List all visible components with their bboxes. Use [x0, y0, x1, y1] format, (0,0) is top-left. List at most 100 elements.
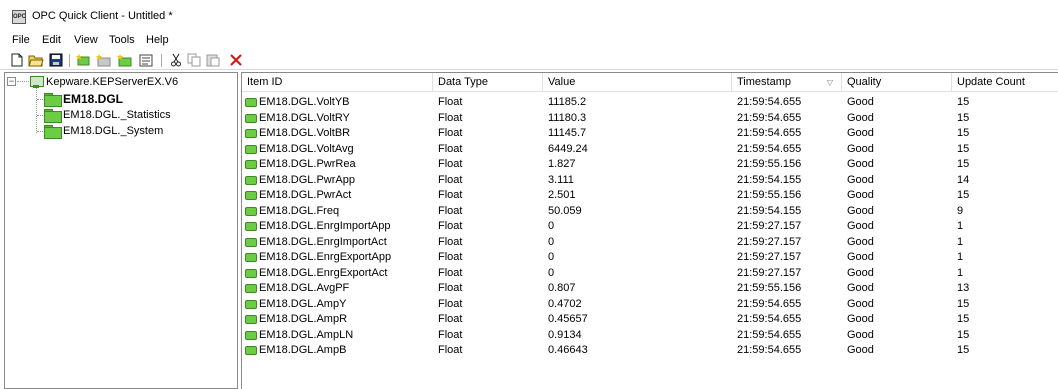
cell-data-type: Float — [438, 251, 463, 263]
cell-data-type: Float — [438, 158, 463, 170]
cell-timestamp: 21:59:27.157 — [737, 220, 802, 232]
table-row[interactable]: EM18.DGL.EnrgImportAct Float 0 21:59:27.157… — [242, 235, 1058, 251]
cell-data-type: Float — [438, 235, 463, 248]
menu-bar: File Edit View Tools Help — [0, 30, 1058, 50]
cell-item-id: EM18.DGL.AmpY — [259, 297, 347, 310]
cell-value: 3.111 — [548, 173, 574, 186]
sort-descending-icon: ▽ — [826, 78, 833, 87]
table-row[interactable]: EM18.DGL.AvgPF Float 0.807 21:59:55.156 Good… — [242, 281, 1058, 297]
table-row[interactable]: EM18.DGL.AmpLN Float 0.9134 21:59:54.655 Goo… — [242, 328, 1058, 344]
copy-icon[interactable] — [186, 52, 202, 68]
column-header-timestamp[interactable]: Timestamp ▽ — [732, 73, 842, 92]
menu-file[interactable]: File — [12, 34, 30, 46]
tree-item-group[interactable]: EM18.DGL._Statistics — [44, 107, 171, 123]
cell-item-id: EM18.DGL.VoltYB — [259, 96, 350, 108]
menu-edit[interactable]: Edit — [42, 34, 61, 46]
cell-quality: Good — [847, 266, 874, 279]
cell-timestamp: 21:59:27.157 — [737, 251, 802, 263]
cell-value: 0.807 — [548, 282, 576, 294]
tree-item-server[interactable]: Kepware.KEPServerEX.V6 — [29, 74, 178, 90]
cell-data-type: Float — [438, 313, 463, 325]
tree-connector — [37, 99, 43, 100]
tag-icon — [245, 206, 257, 216]
cell-item-id: EM18.DGL.EnrgImportApp — [259, 220, 391, 232]
tree-item-group[interactable]: EM18.DGL._System — [44, 123, 163, 139]
tag-icon — [245, 113, 257, 123]
new-group-icon[interactable] — [95, 52, 111, 68]
table-row[interactable]: EM18.DGL.AmpY Float 0.4702 21:59:54.655 Good… — [242, 297, 1058, 313]
cell-value: 0.9134 — [548, 328, 582, 341]
cell-data-type: Float — [438, 173, 463, 186]
tag-icon — [245, 346, 257, 355]
column-header-quality[interactable]: Quality — [842, 73, 952, 92]
tree-item-label: Kepware.KEPServerEX.V6 — [46, 76, 179, 88]
tag-icon — [245, 237, 257, 247]
column-header-item-id[interactable]: Item ID — [242, 73, 433, 92]
new-icon[interactable] — [9, 52, 25, 68]
table-row[interactable]: EM18.DGL.Freq Float 50.059 21:59:54.155 Good… — [242, 204, 1058, 220]
table-row[interactable]: EM18.DGL.VoltRY Float 11180.3 21:59:54.655 G… — [242, 111, 1058, 127]
table-row[interactable]: EM18.DGL.PwrAct Float 2.501 21:59:55.156 Goo… — [242, 188, 1058, 204]
new-server-icon[interactable] — [75, 52, 91, 68]
table-row[interactable]: EM18.DGL.VoltAvg Float 6449.24 21:59:54.655… — [242, 142, 1058, 158]
tree-connector — [36, 88, 37, 133]
cell-data-type: Float — [438, 111, 463, 124]
item-list[interactable]: Item ID Data Type Value Timestamp ▽ Qual… — [241, 72, 1058, 389]
cell-item-id: EM18.DGL.VoltAvg — [259, 142, 354, 155]
table-row[interactable]: EM18.DGL.VoltBR Float 11145.7 21:59:54.655 G… — [242, 126, 1058, 142]
column-header-data-type[interactable]: Data Type — [433, 73, 543, 92]
cell-update-count: 1 — [957, 251, 964, 263]
cell-value: 0.4702 — [548, 297, 582, 310]
cell-value: 2.501 — [548, 189, 576, 201]
cell-item-id: EM18.DGL.PwrRea — [259, 158, 356, 170]
open-icon[interactable] — [28, 52, 44, 68]
delete-icon[interactable] — [228, 52, 244, 68]
cell-update-count: 15 — [957, 344, 970, 356]
menu-help[interactable]: Help — [146, 34, 169, 46]
tree-item-group-selected[interactable]: EM18.DGL — [44, 91, 123, 107]
new-item-icon[interactable] — [116, 52, 132, 68]
tag-icon — [245, 98, 257, 107]
cell-update-count: 9 — [957, 204, 964, 217]
tree-connector — [37, 131, 43, 132]
cell-value: 0.46643 — [548, 344, 588, 356]
cell-data-type: Float — [438, 297, 463, 310]
properties-icon[interactable] — [138, 52, 154, 68]
cell-update-count: 15 — [957, 189, 970, 201]
cell-timestamp: 21:59:54.655 — [737, 127, 802, 139]
table-row[interactable]: EM18.DGL.VoltYB Float 11185.2 21:59:54.655 G… — [242, 95, 1058, 111]
cell-item-id: EM18.DGL.VoltBR — [259, 127, 351, 139]
menu-view[interactable]: View — [74, 34, 98, 46]
table-row[interactable]: EM18.DGL.AmpB Float 0.46643 21:59:54.655 Goo… — [242, 343, 1058, 359]
paste-icon[interactable] — [205, 52, 221, 68]
column-header-value[interactable]: Value — [543, 73, 732, 92]
table-row[interactable]: EM18.DGL.AmpR Float 0.45657 21:59:54.655 Goo… — [242, 312, 1058, 328]
cell-data-type: Float — [438, 344, 463, 356]
table-row[interactable]: EM18.DGL.EnrgExportAct Float 0 21:59:27.157… — [242, 266, 1058, 282]
table-row[interactable]: EM18.DGL.EnrgExportApp Float 0 21:59:27.157… — [242, 250, 1058, 266]
cell-value: 1.827 — [548, 158, 576, 170]
table-row[interactable]: EM18.DGL.PwrRea Float 1.827 21:59:55.156 Goo… — [242, 157, 1058, 173]
cell-value: 6449.24 — [548, 142, 588, 155]
menu-tools[interactable]: Tools — [109, 34, 135, 46]
cell-timestamp: 21:59:54.155 — [737, 173, 802, 186]
folder-icon — [44, 125, 62, 139]
cell-item-id: EM18.DGL.PwrAct — [259, 189, 352, 201]
cell-item-id: EM18.DGL.EnrgExportAct — [259, 266, 388, 279]
save-icon[interactable] — [48, 52, 64, 68]
cell-timestamp: 21:59:55.156 — [737, 189, 802, 201]
cell-quality: Good — [847, 328, 874, 341]
column-header-update-count[interactable]: Update Count — [952, 73, 1058, 92]
collapse-toggle[interactable]: − — [7, 77, 16, 86]
cell-update-count: 13 — [957, 282, 970, 294]
cut-icon[interactable] — [168, 52, 184, 68]
cell-update-count: 15 — [957, 96, 970, 108]
cell-quality: Good — [847, 189, 874, 201]
cell-update-count: 1 — [957, 235, 964, 248]
cell-value: 0 — [548, 235, 555, 248]
cell-item-id: EM18.DGL.EnrgImportAct — [259, 235, 387, 248]
table-row[interactable]: EM18.DGL.PwrApp Float 3.111 21:59:54.155 Goo… — [242, 173, 1058, 189]
table-row[interactable]: EM18.DGL.EnrgImportApp Float 0 21:59:27.157… — [242, 219, 1058, 235]
cell-update-count: 1 — [957, 220, 964, 232]
title-bar: OPC OPC Quick Client - Untitled * — [0, 0, 1058, 30]
